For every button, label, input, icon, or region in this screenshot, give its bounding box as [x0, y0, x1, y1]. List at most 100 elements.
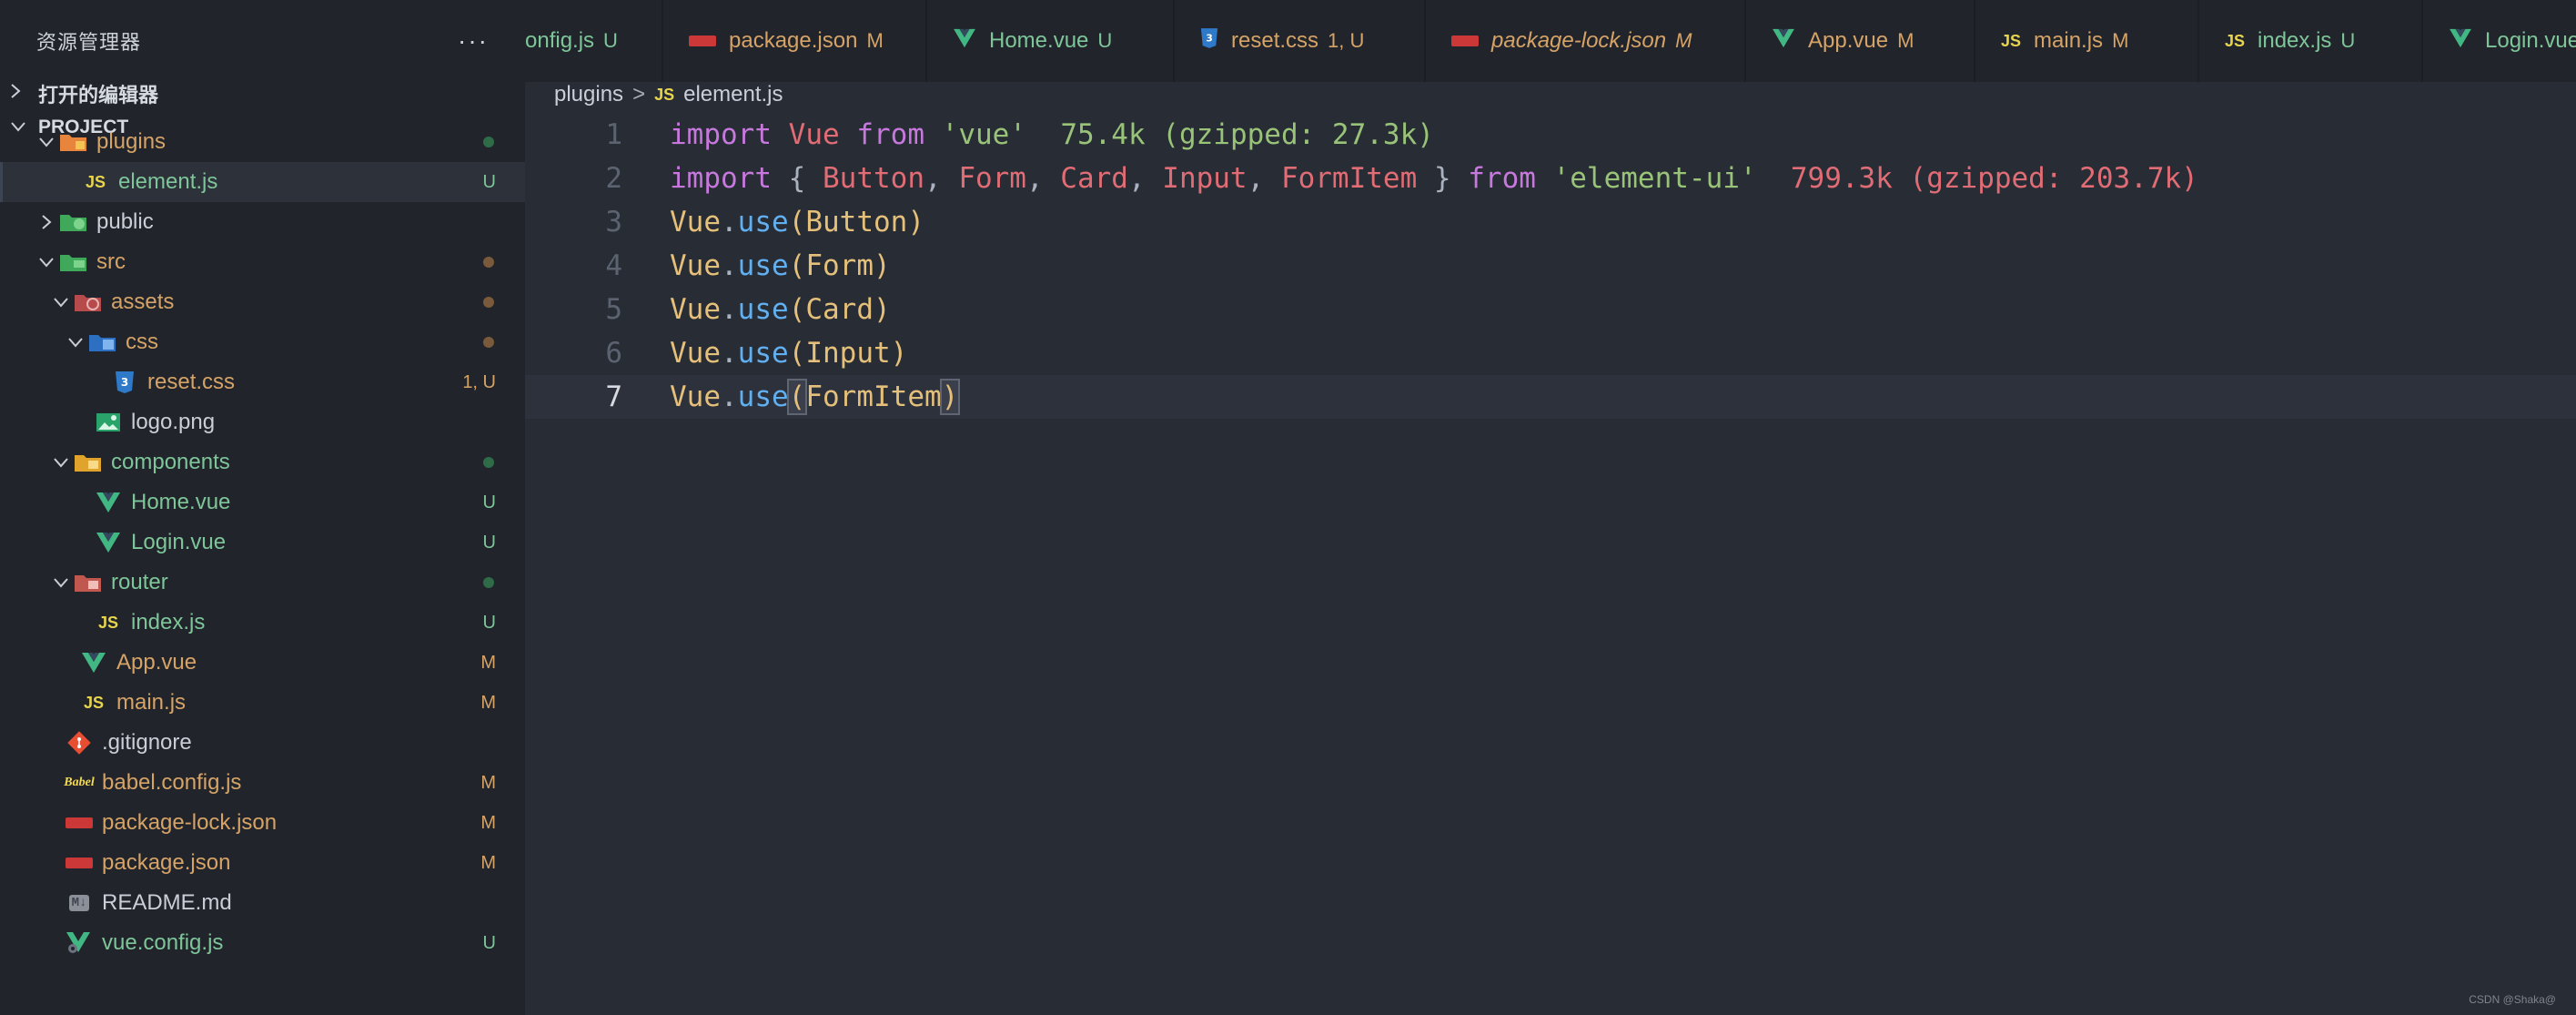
tree-file-readme[interactable]: M↓ README.md	[0, 883, 525, 923]
tree-file-reset-css[interactable]: 3 reset.css 1, U	[0, 362, 525, 402]
tree-label: router	[111, 570, 168, 594]
line-content: import Vue from 'vue' 75.4k (gzipped: 27…	[670, 118, 1434, 151]
identifier: Card	[1060, 162, 1128, 195]
tab-package-json[interactable]: package.json M	[663, 0, 927, 82]
tree-label: index.js	[131, 610, 206, 634]
code-line[interactable]: 4 Vue.use(Form)	[525, 244, 2576, 288]
git-status: U	[482, 532, 496, 553]
tab-label: main.js	[2034, 28, 2104, 53]
more-actions-icon[interactable]: ···	[458, 26, 489, 56]
tree-file-gitignore[interactable]: .gitignore	[0, 723, 525, 763]
tab-home-vue[interactable]: Home.vue U	[927, 0, 1175, 82]
tab-reset-css[interactable]: 3 reset.css 1, U	[1175, 0, 1426, 82]
code-line[interactable]: 6 Vue.use(Input)	[525, 331, 2576, 375]
identifier: FormItem	[1280, 162, 1418, 195]
js-file-icon: JS	[97, 613, 119, 632]
tab-status: U	[2340, 29, 2356, 52]
tree-file-package-lock[interactable]: package-lock.json M	[0, 803, 525, 843]
tree-file-package-json[interactable]: package.json M	[0, 843, 525, 883]
line-content: Vue.use(FormItem)	[670, 379, 961, 415]
keyword: from	[1468, 162, 1536, 195]
keyword: import	[670, 162, 772, 195]
tab-package-lock-json[interactable]: package-lock.json M	[1426, 0, 1746, 82]
code-line[interactable]: 1 import Vue from 'vue' 75.4k (gzipped: …	[525, 113, 2576, 157]
line-content: Vue.use(Input)	[670, 337, 908, 370]
folder-css-icon	[87, 330, 118, 355]
tree-file-home-vue[interactable]: Home.vue U	[0, 482, 525, 523]
tree-file-main-js[interactable]: JS main.js M	[0, 683, 525, 723]
tree-file-app-vue[interactable]: App.vue M	[0, 643, 525, 683]
tree-folder-components[interactable]: components	[0, 442, 525, 482]
vue-file-icon	[93, 490, 124, 515]
git-status: M	[480, 852, 496, 873]
code-line-current[interactable]: 7 Vue.use(FormItem)	[525, 375, 2576, 419]
string: 'vue'	[941, 118, 1026, 151]
tree-file-login-vue[interactable]: Login.vue U	[0, 523, 525, 563]
tree-label: package.json	[102, 850, 231, 875]
method: use	[737, 337, 789, 370]
status-dot	[483, 257, 494, 268]
chevron-down-icon	[49, 577, 73, 588]
git-status: U	[482, 492, 496, 513]
code-line[interactable]: 3 Vue.use(Button)	[525, 200, 2576, 244]
tab-label: package.json	[729, 28, 858, 53]
tab-babel-config[interactable]: onfig.js U	[525, 0, 663, 82]
chevron-down-icon	[64, 337, 87, 348]
tab-main-js[interactable]: JS main.js M	[1975, 0, 2199, 82]
tree-folder-plugins[interactable]: plugins	[0, 122, 525, 162]
open-editors-label: 打开的编辑器	[38, 84, 159, 107]
npm-file-icon	[64, 810, 95, 836]
tab-app-vue[interactable]: App.vue M	[1746, 0, 1975, 82]
tree-file-index-js[interactable]: JS index.js U	[0, 603, 525, 643]
identifier: Vue	[788, 118, 840, 151]
line-number: 6	[605, 337, 622, 370]
git-status: M	[480, 812, 496, 833]
folder-router-icon	[73, 570, 104, 595]
tab-label: onfig.js	[525, 28, 595, 53]
tree-label: public	[96, 209, 154, 234]
status-dot	[483, 457, 494, 468]
argument: Form	[805, 249, 874, 282]
tree-file-element-js[interactable]: JS element.js U	[0, 162, 525, 202]
tree-folder-assets[interactable]: assets	[0, 282, 525, 322]
tree-folder-src[interactable]: src	[0, 242, 525, 282]
line-number: 4	[605, 249, 622, 282]
explorer-sidebar: 资源管理器 ··· 打开的编辑器 PROJECT plugins JS elem…	[0, 0, 525, 1015]
git-status: 1, U	[462, 371, 496, 392]
breadcrumb-folder[interactable]: plugins	[554, 82, 623, 107]
tree-file-babel-config[interactable]: Babel babel.config.js M	[0, 763, 525, 803]
tree-folder-public[interactable]: public	[0, 202, 525, 242]
code-editor[interactable]: plugins > JS element.js 1 import Vue fro…	[525, 82, 2576, 1015]
tab-index-js[interactable]: JS index.js U	[2199, 0, 2423, 82]
tree-folder-css[interactable]: css	[0, 322, 525, 362]
tab-login-vue[interactable]: Login.vue	[2423, 0, 2576, 82]
string: 'element-ui'	[1552, 162, 1757, 195]
tree-file-logo-png[interactable]: logo.png	[0, 402, 525, 442]
argument: Button	[805, 206, 908, 239]
breadcrumb-file[interactable]: element.js	[683, 82, 783, 107]
status-dot	[483, 297, 494, 308]
tree-folder-router[interactable]: router	[0, 563, 525, 603]
git-status: U	[482, 171, 496, 192]
keyword: import	[670, 118, 772, 151]
open-editors-section[interactable]: 打开的编辑器	[0, 74, 158, 114]
tree-label: .gitignore	[102, 730, 192, 755]
method: use	[737, 381, 789, 413]
js-file-icon: JS	[2001, 31, 2022, 50]
js-file-icon: JS	[83, 693, 105, 712]
code-line[interactable]: 5 Vue.use(Card)	[525, 288, 2576, 331]
line-content: Vue.use(Button)	[670, 206, 924, 239]
tree-label: main.js	[116, 690, 187, 715]
code-line[interactable]: 2 import { Button, Form, Card, Input, Fo…	[525, 157, 2576, 200]
argument: Card	[805, 293, 874, 326]
identifier: Vue	[670, 206, 721, 239]
line-number: 3	[605, 206, 622, 239]
tree-file-vue-config[interactable]: vue.config.js U	[0, 923, 525, 963]
js-file-icon: JS	[2225, 31, 2246, 50]
breadcrumb: plugins > JS element.js	[554, 82, 783, 107]
tree-label: package-lock.json	[102, 810, 278, 835]
line-number: 5	[605, 293, 622, 326]
chevron-right-icon	[9, 82, 38, 106]
git-status: U	[482, 612, 496, 633]
status-dot	[483, 137, 494, 147]
